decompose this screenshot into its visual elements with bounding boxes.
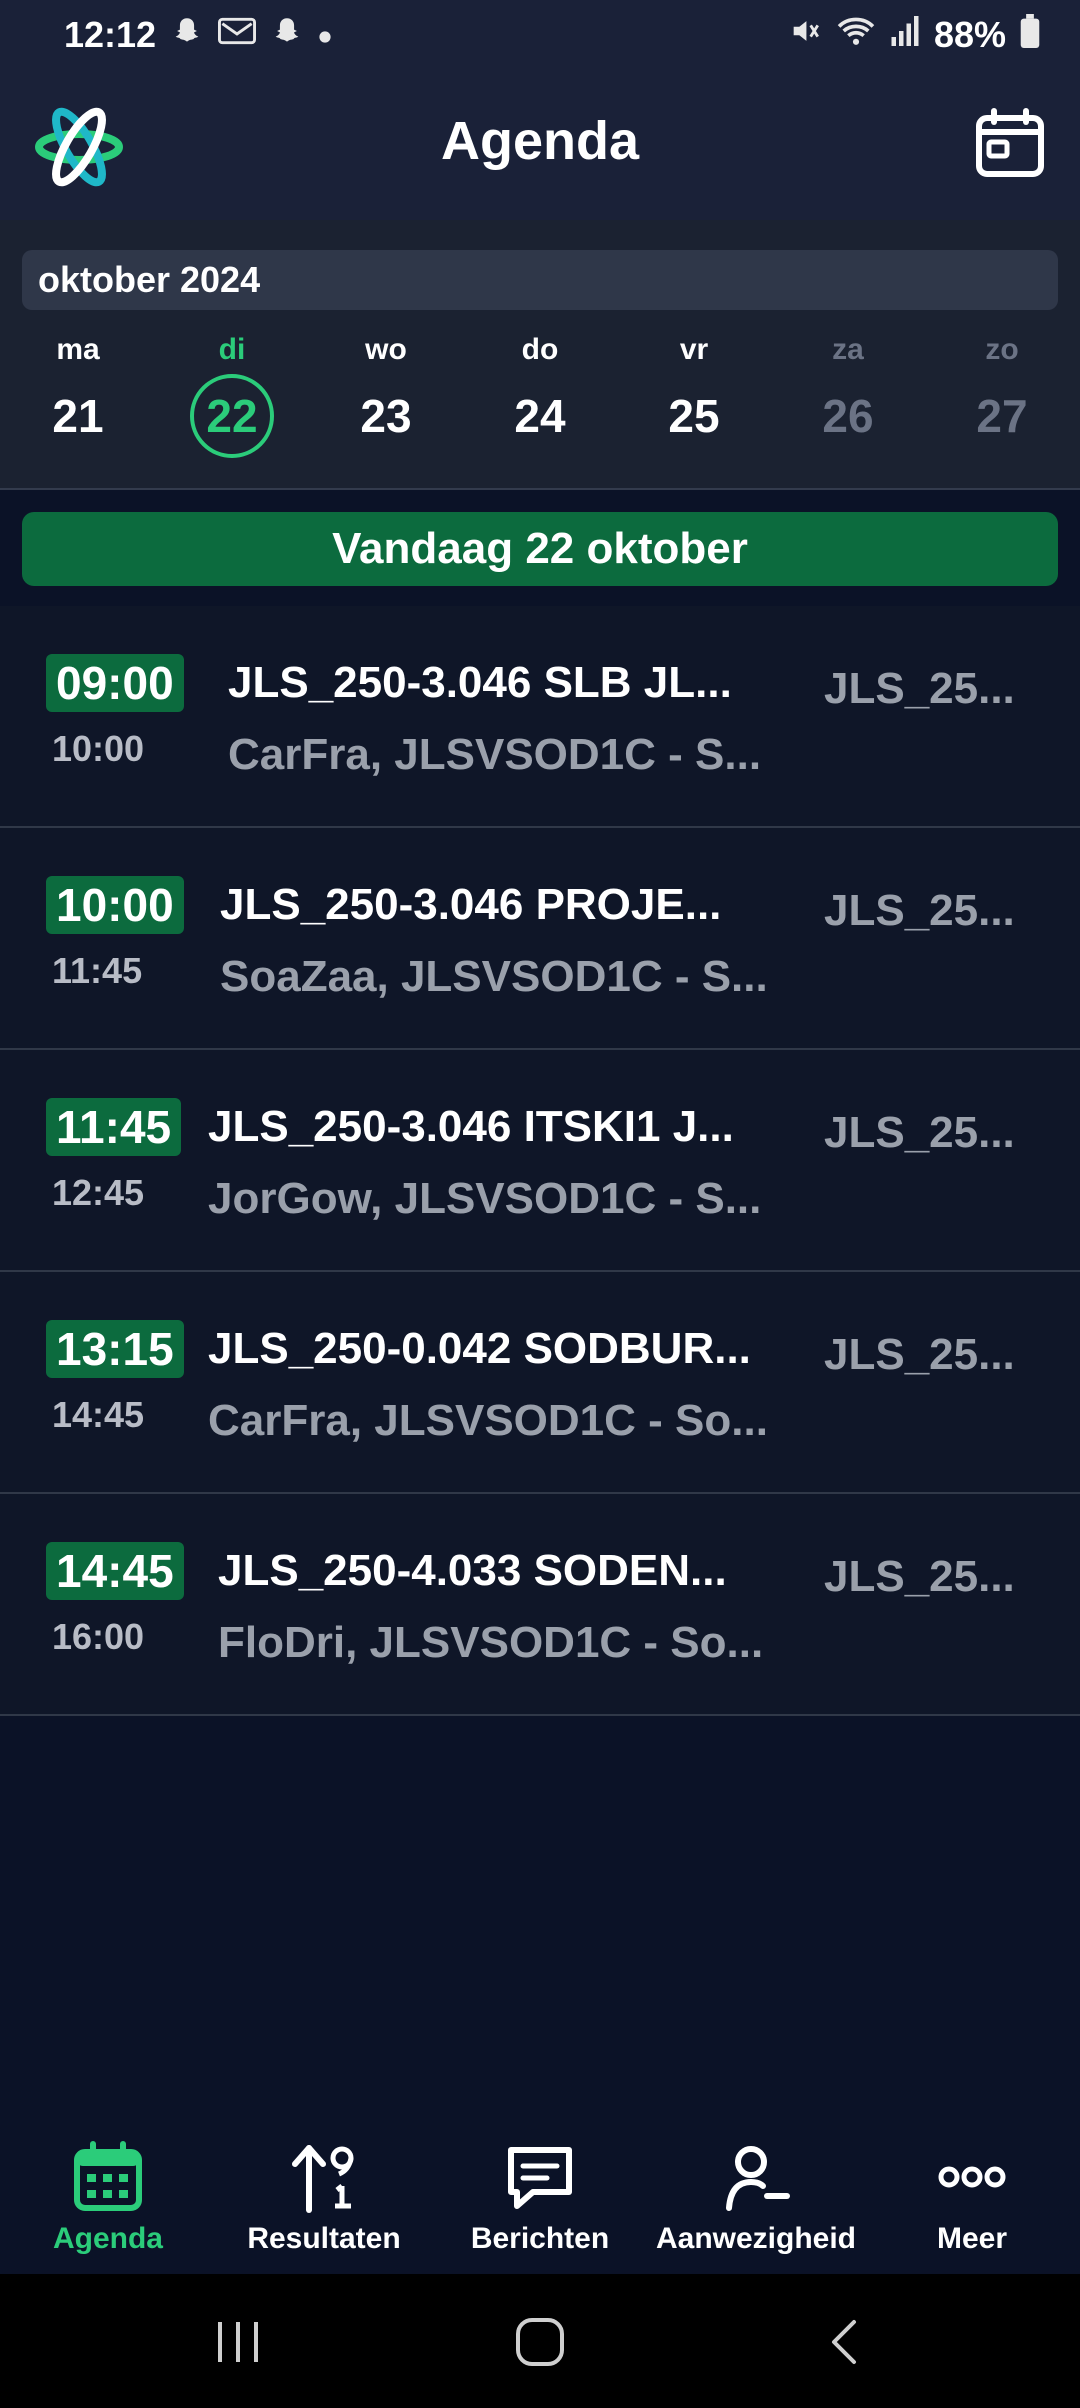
nav-label: Berichten (470, 2222, 610, 2255)
mute-icon (788, 14, 822, 57)
battery-level: 88% (933, 14, 1006, 55)
results-icon (292, 2145, 354, 2213)
snapchat-icon (170, 14, 204, 56)
event-subtitle: CarFra, JLSVSOD1C - S... (228, 730, 762, 779)
battery-icon (1020, 13, 1040, 57)
event-end-time: 12:45 (52, 1172, 145, 1213)
event-end-time: 14:45 (52, 1394, 145, 1435)
nav-aanwezigheid[interactable]: Aanwezigheid (648, 2116, 864, 2274)
day-name: wo (365, 333, 407, 366)
day-list: ma 21 di 22 wo 23 do 24 vr 25 za 26 zo 2… (0, 328, 1080, 458)
home-icon[interactable] (514, 2314, 566, 2370)
nav-agenda[interactable]: Agenda (0, 2116, 216, 2274)
event-end-time: 10:00 (52, 728, 145, 769)
calendar-grid-icon (74, 2141, 142, 2211)
status-time: 12:12 (64, 14, 157, 55)
day-saturday[interactable]: za 26 (771, 328, 925, 458)
event-start-time: 10:00 (46, 876, 184, 934)
event-title: JLS_250-3.046 PROJE... (220, 880, 722, 929)
mail-icon (218, 14, 257, 56)
day-name: di (218, 333, 246, 366)
day-number: 21 (52, 390, 104, 442)
event-list: 09:00 10:00 JLS_250-3.046 SLB JL... CarF… (0, 606, 1080, 1716)
event-title: JLS_250-0.042 SODBUR... (208, 1324, 751, 1373)
event-location: JLS_25... (824, 1552, 1015, 1601)
day-number: 26 (822, 390, 874, 442)
day-wednesday[interactable]: wo 23 (309, 328, 463, 458)
snapchat-icon (270, 14, 304, 56)
event-start-time: 11:45 (46, 1098, 182, 1156)
nav-meer[interactable]: Meer (864, 2116, 1080, 2274)
back-icon[interactable] (820, 2316, 872, 2368)
day-thursday[interactable]: do 24 (463, 328, 617, 458)
event-location: JLS_25... (824, 1108, 1015, 1157)
recent-apps-icon[interactable] (212, 2316, 264, 2368)
event-start-time: 09:00 (46, 654, 184, 712)
event-location: JLS_25... (824, 886, 1015, 935)
attendance-icon (726, 2146, 790, 2211)
nav-label: Resultaten (247, 2222, 401, 2255)
signal-icon (890, 14, 920, 57)
event-subtitle: SoaZaa, JLSVSOD1C - S... (220, 952, 768, 1001)
day-name: ma (56, 333, 100, 366)
event-subtitle: FloDri, JLSVSOD1C - So... (218, 1618, 764, 1667)
week-strip: oktober 2024 ma 21 di 22 wo 23 do 24 vr … (0, 220, 1080, 490)
bottom-nav: Agenda Resultaten Berichten Aanwezigheid (0, 2116, 1080, 2274)
event-title: JLS_250-3.046 SLB JL... (228, 658, 732, 707)
dot-icon (318, 18, 332, 52)
status-left: 12:12 (64, 14, 332, 56)
event-subtitle: CarFra, JLSVSOD1C - So... (208, 1396, 768, 1445)
event-item[interactable]: 11:45 12:45 JLS_250-3.046 ITSKI1 J... Jo… (0, 1050, 1080, 1272)
nav-label: Aanwezigheid (655, 2222, 857, 2255)
day-number: 27 (976, 390, 1028, 442)
event-end-time: 11:45 (52, 950, 143, 991)
calendar-icon[interactable] (974, 108, 1046, 180)
nav-label: Agenda (52, 2222, 163, 2255)
event-start-time: 14:45 (46, 1542, 184, 1600)
event-subtitle: JorGow, JLSVSOD1C - S... (208, 1174, 762, 1223)
system-nav-bar (0, 2274, 1080, 2408)
day-name: za (832, 333, 864, 366)
event-title: JLS_250-3.046 ITSKI1 J... (208, 1102, 734, 1151)
status-right: 88% (788, 13, 1040, 57)
event-location: JLS_25... (824, 664, 1015, 713)
day-tuesday[interactable]: di 22 (155, 328, 309, 458)
app-header: Agenda (0, 70, 1080, 220)
event-item[interactable]: 09:00 10:00 JLS_250-3.046 SLB JL... CarF… (0, 606, 1080, 828)
wifi-icon (836, 14, 876, 57)
day-name: do (521, 333, 559, 366)
day-name: vr (679, 333, 709, 366)
day-number: 25 (668, 390, 720, 442)
day-number: 23 (360, 390, 412, 442)
event-title: JLS_250-4.033 SODEN... (218, 1546, 727, 1595)
event-item[interactable]: 10:00 11:45 JLS_250-3.046 PROJE... SoaZa… (0, 828, 1080, 1050)
day-friday[interactable]: vr 25 (617, 328, 771, 458)
event-item[interactable]: 13:15 14:45 JLS_250-0.042 SODBUR... CarF… (0, 1272, 1080, 1494)
event-location: JLS_25... (824, 1330, 1015, 1379)
day-monday[interactable]: ma 21 (1, 328, 155, 458)
page-title: Agenda (440, 111, 640, 171)
day-sunday[interactable]: zo 27 (925, 328, 1079, 458)
day-number: 24 (514, 390, 566, 442)
day-number-selected: 22 (190, 374, 274, 458)
day-name: zo (985, 333, 1019, 366)
event-start-time: 13:15 (46, 1320, 184, 1378)
more-icon (938, 2166, 1006, 2188)
today-banner: Vandaag 22 oktober (22, 512, 1058, 586)
event-end-time: 16:00 (52, 1616, 145, 1657)
message-icon (508, 2147, 572, 2209)
status-bar: 12:12 88% (0, 0, 1080, 70)
nav-berichten[interactable]: Berichten (432, 2116, 648, 2274)
month-label[interactable]: oktober 2024 (22, 250, 1058, 310)
event-item[interactable]: 14:45 16:00 JLS_250-4.033 SODEN... FloDr… (0, 1494, 1080, 1716)
nav-label: Meer (936, 2222, 1008, 2255)
nav-resultaten[interactable]: Resultaten (216, 2116, 432, 2274)
